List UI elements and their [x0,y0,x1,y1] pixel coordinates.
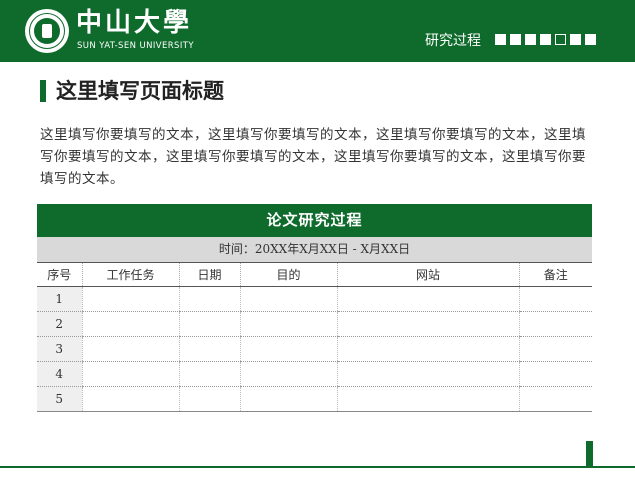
row-index: 3 [37,336,82,362]
purpose-cell [239,386,337,412]
body-text: 这里填写你要填写的文本，这里填写你要填写的文本，这里填写你要填写的文本，这里填写… [40,127,586,187]
row-index: 2 [37,311,82,337]
website-cell [336,361,519,387]
table-row: 5 [37,386,592,412]
column-header-notes: 备注 [518,262,592,287]
task-cell [81,286,179,312]
university-seal-icon [25,9,69,53]
column-header-date: 日期 [178,262,240,287]
column-header-task: 工作任务 [81,262,179,287]
purpose-cell [239,336,337,362]
row-index: 4 [37,361,82,387]
table-date-range: 时间：20XX年X月XX日 - X月XX日 [37,237,592,262]
table-row: 4 [37,361,592,387]
table-row: 3 [37,336,592,362]
date-cell [178,286,240,312]
title-accent-bar [40,80,46,102]
progress-step [585,34,596,45]
section-label: 研究过程 [425,33,481,49]
notes-cell [518,311,592,337]
date-cell [178,386,240,412]
progress-step [570,34,581,45]
task-cell [81,336,179,362]
purpose-cell [239,361,337,387]
row-index: 5 [37,386,82,412]
column-header-index: 序号 [37,262,82,287]
task-cell [81,361,179,387]
website-cell [336,286,519,312]
date-cell [178,336,240,362]
notes-cell [518,336,592,362]
footer-accent-mark [586,441,593,468]
progress-step-current [555,34,566,45]
progress-step [525,34,536,45]
column-header-website: 网站 [336,262,519,287]
date-cell [178,361,240,387]
notes-cell [518,286,592,312]
research-process-table: 论文研究过程 时间：20XX年X月XX日 - X月XX日 序号 工作任务 日期 … [37,204,592,412]
table-row: 2 [37,311,592,337]
notes-cell [518,361,592,387]
progress-step [540,34,551,45]
footer-divider [0,466,635,468]
table-title: 论文研究过程 [37,204,592,237]
task-cell [81,311,179,337]
notes-cell [518,386,592,412]
table-header-row: 序号 工作任务 日期 目的 网站 备注 [37,262,592,287]
table-row: 1 [37,286,592,312]
progress-step [495,34,506,45]
website-cell [336,311,519,337]
page-title: 这里填写页面标题 [56,78,224,103]
website-cell [336,386,519,412]
section-progress-indicator [495,34,596,45]
purpose-cell [239,311,337,337]
header-bar: 中山大學 SUN YAT-SEN UNIVERSITY 研究过程 [0,0,635,62]
task-cell [81,386,179,412]
date-cell [178,311,240,337]
logo-chinese-name: 中山大學 [76,8,193,38]
column-header-purpose: 目的 [239,262,337,287]
progress-step [510,34,521,45]
website-cell [336,336,519,362]
logo-english-name: SUN YAT-SEN UNIVERSITY [77,41,194,51]
row-index: 1 [37,286,82,312]
purpose-cell [239,286,337,312]
